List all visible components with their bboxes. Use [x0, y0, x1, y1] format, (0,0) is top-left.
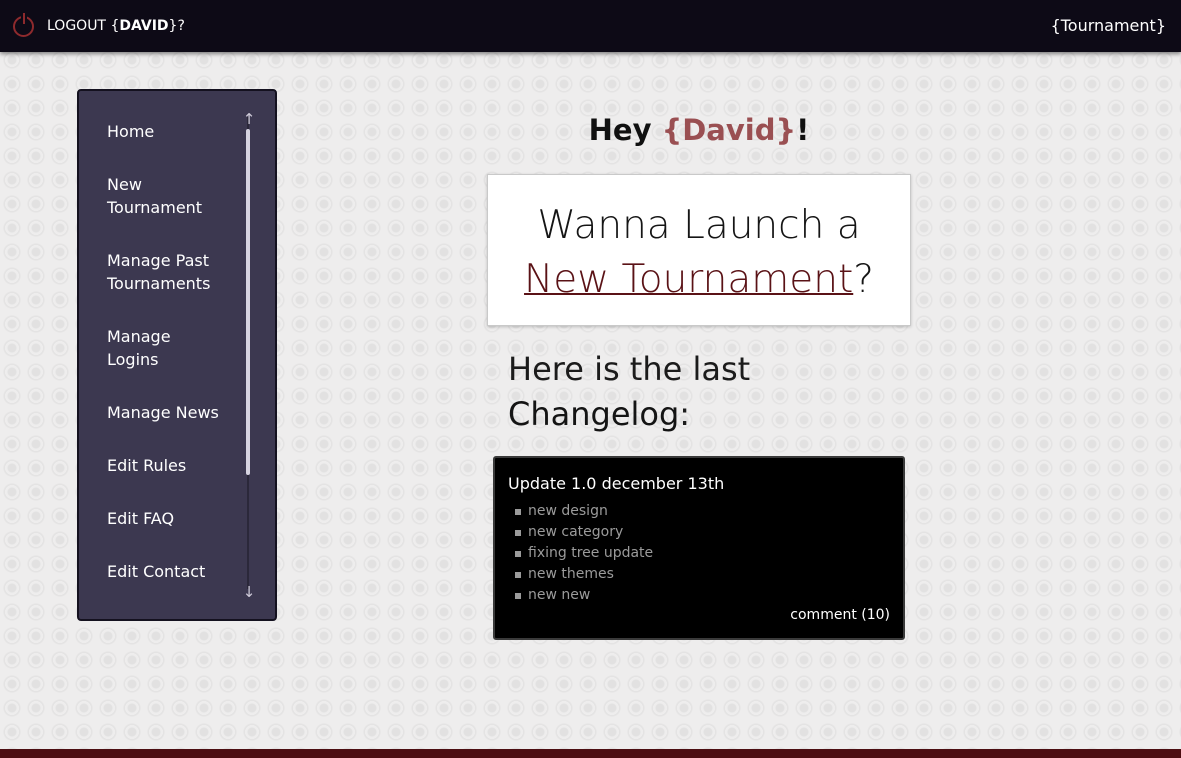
sidebar-item-edit-faq[interactable]: Edit FAQ [107, 507, 237, 530]
scrollbar-thumb[interactable] [246, 129, 250, 475]
sidebar-item-manage-logins[interactable]: Manage Logins [107, 325, 237, 371]
sidebar-item-label: Tournament [107, 198, 203, 217]
greeting-suffix: ! [796, 113, 810, 147]
launch-link-line: New Tournament? [488, 253, 910, 307]
launch-question-mark: ? [853, 257, 874, 302]
brand-title[interactable]: {Tournament} [1051, 16, 1166, 35]
comment-link[interactable]: comment (10) [790, 607, 890, 623]
launch-line: Wanna Launch a [537, 203, 861, 248]
sidebar-item-label: Tournaments [107, 274, 211, 293]
logout-username: DAVID [119, 18, 169, 34]
sidebar-item-edit-rules[interactable]: Edit Rules [107, 454, 237, 477]
sidebar-item-manage-news[interactable]: Manage News [107, 401, 237, 424]
sidebar-item-label: Logins [107, 350, 159, 369]
list-item: new category [515, 522, 653, 543]
sidebar-item-label: Manage Past [107, 251, 209, 270]
sidebar-item-home[interactable]: Home [107, 120, 237, 143]
new-tournament-link[interactable]: New Tournament [524, 257, 853, 302]
sidebar-nav: Home New Tournament Manage Past Tournament… [77, 89, 277, 621]
sidebar-item-label: New [107, 175, 142, 194]
top-bar: LOGOUT {DAVID}? {Tournament} [0, 0, 1181, 52]
sidebar-item-edit-contact[interactable]: Edit Contact [107, 560, 237, 583]
logout-suffix: }? [168, 18, 185, 34]
list-item: fixing tree update [515, 543, 653, 564]
sidebar-item-new-tournament[interactable]: New Tournament [107, 173, 217, 219]
changelog-intro-bold: Changelog [508, 395, 680, 433]
changelog-intro-line: Changelog: [508, 392, 750, 437]
changelog-title: Update 1.0 december 13th [508, 474, 725, 493]
sidebar-item-manage-past-tournaments[interactable]: Manage Past Tournaments [107, 249, 237, 295]
changelog-list: new design new category fixing tree upda… [515, 501, 653, 606]
footer-bar [0, 749, 1181, 758]
logout-prefix: LOGOUT { [47, 18, 120, 34]
arrow-down-icon[interactable]: ↓ [240, 585, 258, 600]
greeting-prefix: Hey [588, 113, 662, 147]
changelog-card: Update 1.0 december 13th new design new … [493, 456, 905, 640]
list-item: new design [515, 501, 653, 522]
logout-link[interactable]: LOGOUT {DAVID}? [47, 18, 185, 34]
power-icon[interactable] [13, 13, 34, 37]
changelog-intro-colon: : [679, 395, 691, 433]
greeting-username: {David} [661, 113, 797, 147]
changelog-heading: Here is the last Changelog: [508, 347, 750, 437]
arrow-up-icon[interactable]: ↑ [240, 112, 258, 127]
changelog-intro-text: Here is the last [508, 350, 751, 388]
sidebar-item-label: Manage [107, 327, 171, 346]
list-item: new themes [515, 564, 653, 585]
greeting-heading: Hey {David}! [487, 113, 911, 147]
launch-tournament-card: Wanna Launch a New Tournament? [487, 174, 911, 326]
list-item: new new [515, 585, 653, 606]
